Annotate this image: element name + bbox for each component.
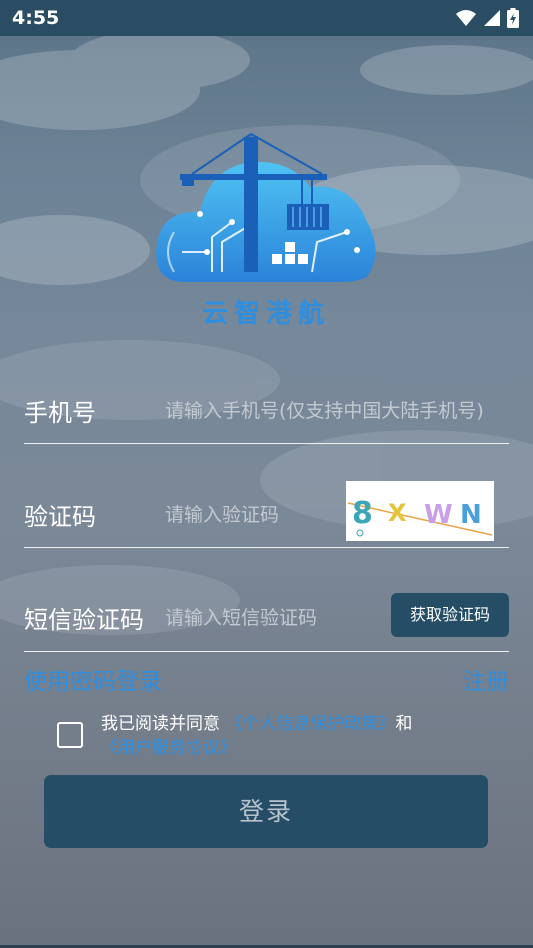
phone-label: 手机号	[24, 399, 96, 427]
captcha-image[interactable]: 8 X W N	[346, 481, 494, 541]
battery-charging-icon	[507, 8, 519, 28]
status-time: 4:55	[12, 7, 60, 29]
status-bar: 4:55	[0, 0, 533, 36]
sms-label: 短信验证码	[24, 606, 144, 634]
service-agreement-link[interactable]: 《用户服务协议》	[101, 738, 237, 758]
wifi-icon	[456, 10, 476, 26]
svg-text:8: 8	[352, 496, 373, 531]
svg-text:X: X	[388, 499, 407, 527]
signal-icon	[484, 10, 500, 26]
privacy-policy-link[interactable]: 《个人信息保护政策》	[225, 714, 395, 734]
sms-input[interactable]: 请输入短信验证码	[165, 603, 375, 630]
svg-text:N: N	[460, 500, 482, 530]
agreement-and: 和	[395, 714, 413, 734]
captcha-input[interactable]: 请输入验证码	[165, 500, 335, 527]
brand-name: 云智港航	[201, 299, 330, 329]
status-icons	[455, 8, 519, 28]
agreement-prefix: 我已阅读并同意	[101, 714, 220, 734]
register-link[interactable]: 注册	[463, 662, 509, 696]
agreement-row: 我已阅读并同意 《个人信息保护政策》和 《用户服务协议》	[57, 712, 517, 762]
phone-input[interactable]: 请输入手机号(仅支持中国大陆手机号)	[165, 396, 509, 423]
phone-row: 手机号 请输入手机号(仅支持中国大陆手机号)	[24, 375, 509, 444]
password-login-link[interactable]: 使用密码登录	[24, 662, 162, 696]
captcha-glyphs: 8 X W N	[347, 496, 493, 537]
svg-text:W: W	[424, 500, 453, 530]
get-sms-code-button[interactable]: 获取验证码	[391, 593, 509, 637]
login-button[interactable]: 登录	[44, 775, 488, 848]
app-logo	[156, 132, 376, 282]
agreement-checkbox[interactable]	[57, 722, 83, 748]
agreement-text: 我已阅读并同意 《个人信息保护政策》和 《用户服务协议》	[101, 712, 521, 760]
captcha-label: 验证码	[24, 503, 96, 531]
